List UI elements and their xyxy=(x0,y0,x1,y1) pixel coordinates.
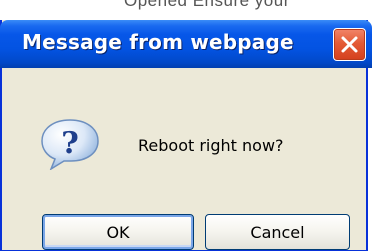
dialog-titlebar[interactable]: Message from webpage xyxy=(0,20,372,68)
dialog-title: Message from webpage xyxy=(22,30,294,54)
message-dialog: Message from webpage ? Reboot right now?… xyxy=(0,20,372,251)
close-icon xyxy=(341,36,358,53)
close-button[interactable] xyxy=(333,28,366,61)
dialog-message: Reboot right now? xyxy=(138,136,284,155)
question-icon: ? xyxy=(40,118,100,171)
ok-button[interactable]: OK xyxy=(42,214,194,250)
cancel-button[interactable]: Cancel xyxy=(205,214,350,250)
screen: Opened Ensure your i e Message from webp… xyxy=(0,0,373,251)
background-partial-text: Opened Ensure your xyxy=(124,0,290,10)
svg-text:?: ? xyxy=(61,126,79,161)
